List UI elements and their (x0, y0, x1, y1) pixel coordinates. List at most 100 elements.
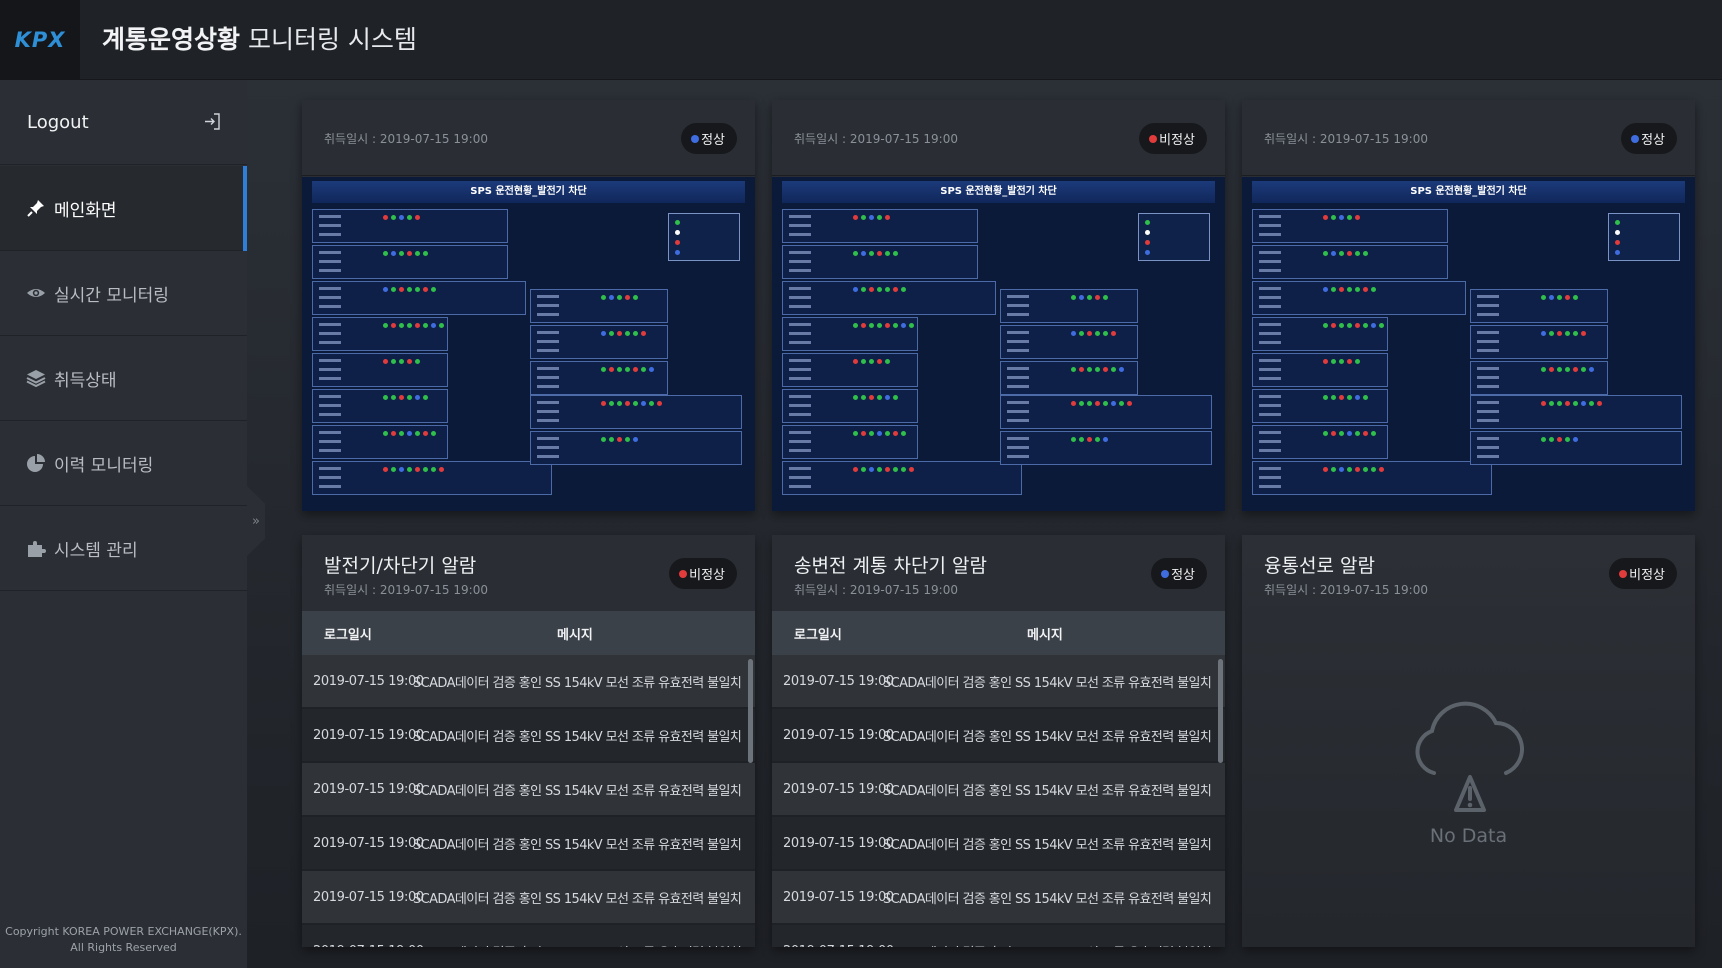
table-body[interactable]: 2019-07-15 19:00 SCADA데이터 검증 홍인 SS 154kV … (302, 655, 755, 947)
screen-indicator (1549, 437, 1554, 442)
screen-indicator (885, 431, 890, 436)
logo[interactable]: KPX (0, 0, 80, 80)
table-row[interactable]: 2019-07-15 19:00SCADA데이터 검증 홍인 SS 154kV … (772, 871, 1225, 925)
screen-indicator (1111, 401, 1116, 406)
sidebar-item-system[interactable]: 시스템 관리 (0, 506, 247, 591)
screen-indicator (431, 287, 436, 292)
sidebar-item-realtime[interactable]: 실시간 모니터링 (0, 251, 247, 336)
screen-indicator (869, 467, 874, 472)
screen-indicator (861, 251, 866, 256)
sidebar-item-main[interactable]: 메인화면 (0, 166, 247, 251)
sps-screen-thumbnail[interactable]: SPS 운전현황_발전기 차단 (302, 177, 755, 511)
status-badge: 비정상 (1609, 558, 1677, 589)
screen-line (1007, 410, 1029, 413)
scrollbar[interactable] (1218, 659, 1223, 763)
status-dot-icon (691, 135, 700, 143)
screen-panel (1252, 425, 1388, 459)
screen-indicator (1581, 331, 1586, 336)
screen-indicator (1331, 467, 1336, 472)
screen-panel (782, 461, 1022, 495)
screen-indicator (877, 467, 882, 472)
screen-line (319, 440, 341, 443)
sidebar-collapse-toggle[interactable]: » (247, 486, 265, 556)
screen-indicator (1145, 250, 1150, 255)
table-body[interactable]: 2019-07-15 19:00 SCADA데이터 검증 홍인 SS 154kV … (772, 655, 1225, 947)
logout-icon (205, 113, 220, 130)
screen-panel (782, 245, 978, 279)
logout-button[interactable]: Logout (0, 80, 247, 165)
screen-indicator (1549, 367, 1554, 372)
screen-line (1259, 476, 1281, 479)
screen-indicator (853, 215, 858, 220)
screen-line (1477, 340, 1499, 343)
screen-indicator (1589, 367, 1594, 372)
status-label: 비정상 (689, 568, 725, 583)
screen-line (1259, 269, 1281, 272)
sps-card[interactable]: 취득일시 : 2019-07-15 19:00 정상 SPS 운전현황_발전기 … (302, 100, 755, 511)
screen-indicator (893, 467, 898, 472)
screen-line (1259, 377, 1281, 380)
status-label: 정상 (701, 133, 725, 148)
status-label: 비정상 (1159, 133, 1195, 148)
screen-line (789, 413, 811, 416)
screen-line (1477, 376, 1499, 379)
screen-line (537, 385, 559, 388)
table-row[interactable]: 2019-07-15 19:00SCADA데이터 검증 홍인 SS 154kV … (772, 763, 1225, 817)
screen-indicator (383, 431, 388, 436)
sidebar-item-history[interactable]: 이력 모니터링 (0, 421, 247, 506)
screen-indicator (1573, 437, 1578, 442)
table-row[interactable]: 2019-07-15 19:00SCADA데이터 검증 홍인 SS 154kV … (302, 925, 755, 947)
table-row[interactable]: 2019-07-15 19:00SCADA데이터 검증 홍인 SS 154kV … (302, 817, 755, 871)
screen-line (789, 251, 811, 254)
table-row[interactable]: 2019-07-15 19:00SCADA데이터 검증 홍인 SS 154kV … (772, 709, 1225, 763)
screen-indicator (1541, 401, 1546, 406)
table-row[interactable]: 2019-07-15 19:00SCADA데이터 검증 홍인 SS 154kV … (772, 655, 1225, 709)
screen-indicator (1087, 401, 1092, 406)
screen-indicator (399, 251, 404, 256)
table-row[interactable]: 2019-07-15 19:00SCADA데이터 검증 홍인 SS 154kV … (772, 817, 1225, 871)
screen-indicator (391, 287, 396, 292)
table-row[interactable]: 2019-07-15 19:00SCADA데이터 검증 홍인 SS 154kV … (772, 925, 1225, 947)
screen-indicator (893, 251, 898, 256)
row-time: 2019-07-15 19:00 (783, 944, 894, 948)
screen-indicator (1573, 367, 1578, 372)
screen-indicator (1103, 437, 1108, 442)
sidebar-item-acquisition[interactable]: 취득상태 (0, 336, 247, 421)
screen-indicator (391, 251, 396, 256)
screen-indicator (649, 367, 654, 372)
screen-indicator (885, 467, 890, 472)
screen-line (537, 410, 559, 413)
screen-indicator (391, 395, 396, 400)
scrollbar[interactable] (748, 659, 753, 763)
double-chevron-right-icon: » (252, 513, 260, 529)
table-row[interactable]: 2019-07-15 19:00SCADA데이터 검증 홍인 SS 154kV … (302, 709, 755, 763)
app-root: KPX 계통운영상황 모니터링 시스템 Logout 메인화면 실시간 모니터링… (0, 0, 1722, 968)
table-row[interactable]: 2019-07-15 19:00SCADA데이터 검증 홍인 SS 154kV … (302, 763, 755, 817)
screen-indicator (675, 250, 680, 255)
screen-panel (782, 281, 996, 315)
screen-indicator (1339, 431, 1344, 436)
screen-line (1259, 359, 1281, 362)
sps-screen-thumbnail[interactable]: SPS 운전현황_발전기 차단 (772, 177, 1225, 511)
screen-indicator (383, 395, 388, 400)
screen-line (789, 467, 811, 470)
status-badge: 비정상 (669, 558, 737, 589)
screen-indicator (901, 431, 906, 436)
screen-line (789, 485, 811, 488)
screen-indicator (399, 431, 404, 436)
status-dot-icon (1619, 570, 1628, 578)
screen-panel (1470, 395, 1682, 429)
card-header: 취득일시 : 2019-07-15 19:00 정상 (1242, 100, 1695, 176)
screen-indicator (1339, 395, 1344, 400)
sps-card[interactable]: 취득일시 : 2019-07-15 19:00 비정상 SPS 운전현황_발전기… (772, 100, 1225, 511)
table-row[interactable]: 2019-07-15 19:00SCADA데이터 검증 홍인 SS 154kV … (302, 871, 755, 925)
screen-indicator (1347, 323, 1352, 328)
sps-card[interactable]: 취득일시 : 2019-07-15 19:00 정상 SPS 운전현황_발전기 … (1242, 100, 1695, 511)
table-row[interactable]: 2019-07-15 19:00SCADA데이터 검증 홍인 SS 154kV … (302, 655, 755, 709)
screen-line (1477, 410, 1499, 413)
screen-line (537, 331, 559, 334)
sps-screen-thumbnail[interactable]: SPS 운전현황_발전기 차단 (1242, 177, 1695, 511)
screen-indicator (1339, 359, 1344, 364)
screen-indicator (1103, 401, 1108, 406)
screen-line (1259, 323, 1281, 326)
